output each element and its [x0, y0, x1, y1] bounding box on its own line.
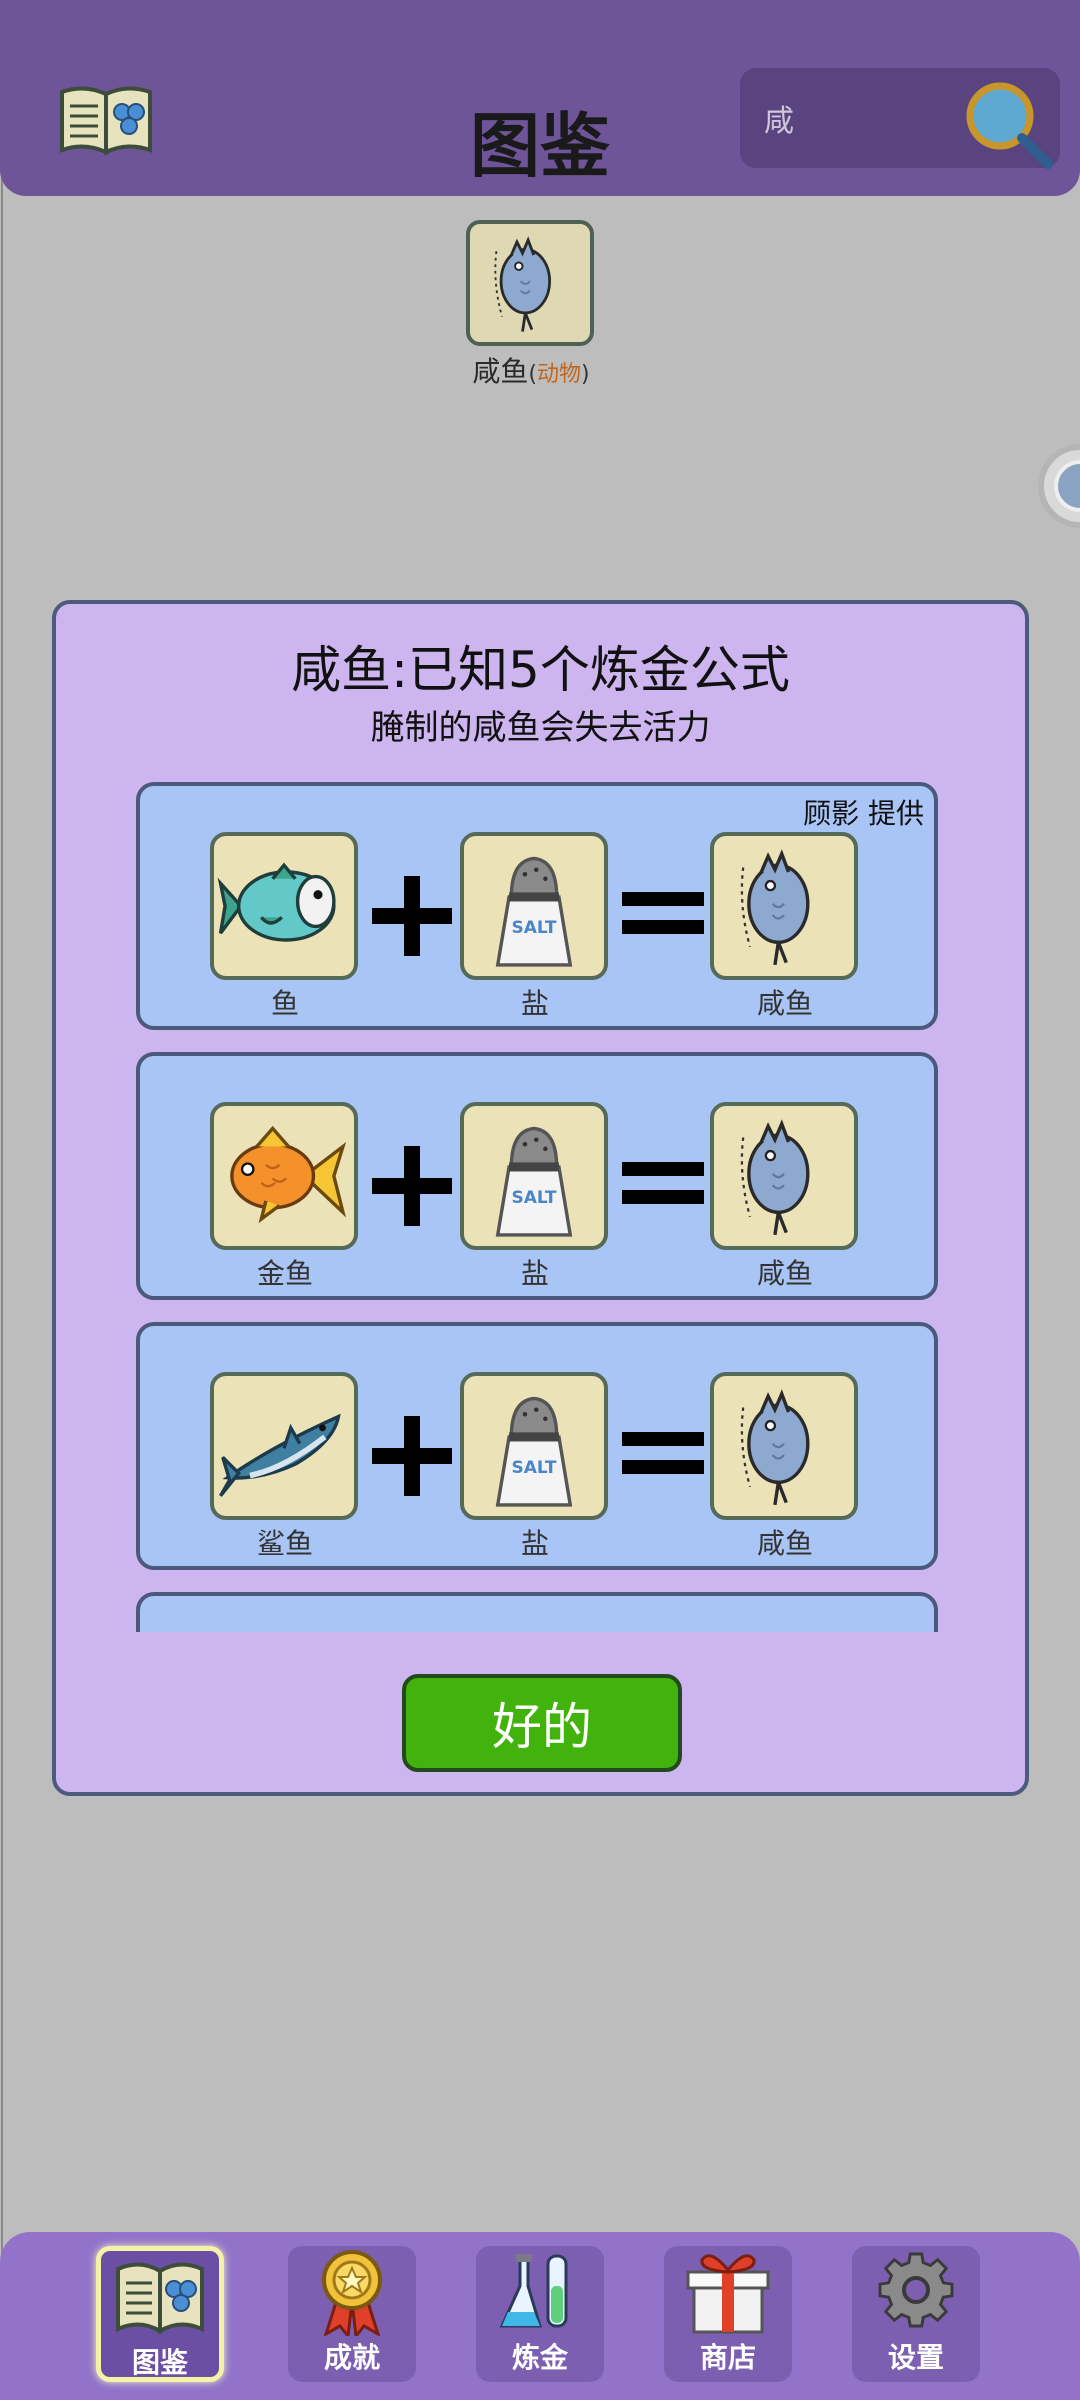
formula-ingredient-a[interactable]: 金鱼 — [210, 1102, 360, 1292]
result-tile[interactable] — [466, 220, 594, 346]
nav-item-settings[interactable]: 设置 — [852, 2246, 980, 2382]
floating-side-button[interactable] — [1038, 444, 1080, 528]
equals-icon — [622, 888, 704, 942]
plus-icon — [372, 1416, 452, 1500]
equals-icon — [622, 1158, 704, 1212]
saltfish-icon — [740, 1122, 810, 1237]
medal-icon — [322, 2250, 382, 2336]
result-label: 咸鱼 — [756, 1527, 813, 1560]
ingredient-a-label: 金鱼 — [256, 1257, 313, 1290]
formula-ingredient-b[interactable]: 盐 — [460, 832, 610, 1022]
nav-item-shop[interactable]: 商店 — [664, 2246, 792, 2382]
equals-icon — [622, 1428, 704, 1482]
goldfish-icon — [230, 1125, 347, 1224]
formula-result[interactable]: 咸鱼 — [710, 1102, 860, 1292]
formula-card: 顾影 提供 鱼 盐 咸鱼 — [136, 782, 938, 1030]
nav-item-encyclopedia[interactable]: 图鉴 — [96, 2246, 224, 2382]
left-edge-divider — [1, 0, 3, 2400]
search-icon[interactable] — [962, 78, 1054, 170]
formula-result[interactable]: 咸鱼 — [710, 1372, 860, 1562]
result-item-saltfish[interactable]: 咸鱼(动物) — [466, 220, 596, 388]
ingredient-b-label: 盐 — [520, 1257, 549, 1290]
result-name: 咸鱼 — [472, 355, 529, 388]
nav-label: 商店 — [699, 2341, 756, 2374]
ok-button[interactable]: 好的 — [402, 1674, 682, 1772]
formula-ingredient-b[interactable]: 盐 — [460, 1372, 610, 1562]
ingredient-a-label: 鲨鱼 — [256, 1527, 313, 1560]
nav-label: 图鉴 — [131, 2346, 188, 2379]
dialog-title: 咸鱼:已知5个炼金公式 — [291, 641, 790, 699]
formula-card: 金鱼 盐 咸鱼 — [136, 1052, 938, 1300]
bottom-nav: 图鉴 成就 炼金 商店 设置 — [0, 2232, 1080, 2400]
dialog-description: 腌制的咸鱼会失去活力 — [370, 708, 711, 748]
side-button-icon — [1054, 460, 1080, 512]
formula-card-partial — [136, 1592, 938, 1632]
book-icon — [116, 2262, 204, 2335]
category-paren-open: ( — [528, 362, 537, 387]
gift-icon — [686, 2254, 770, 2334]
ingredient-b-label: 盐 — [520, 1527, 549, 1560]
salt-icon — [496, 856, 572, 967]
gear-icon — [878, 2252, 954, 2328]
nav-item-alchemy[interactable]: 炼金 — [476, 2246, 604, 2382]
plus-icon — [372, 876, 452, 960]
result-label: 咸鱼 — [756, 987, 813, 1020]
formula-dialog: 咸鱼:已知5个炼金公式 腌制的咸鱼会失去活力 顾影 提供 鱼 盐 咸鱼 金鱼 盐… — [52, 600, 1029, 1796]
nav-label: 成就 — [323, 2341, 380, 2374]
top-header: 图鉴 — [0, 0, 1080, 196]
result-label: 咸鱼 — [756, 1257, 813, 1290]
ingredient-b-label: 盐 — [520, 987, 549, 1020]
search-input[interactable] — [764, 98, 964, 138]
salt-icon — [496, 1396, 572, 1507]
result-category: (动物) — [528, 362, 589, 387]
saltfish-icon — [740, 852, 810, 967]
result-caption: 咸鱼(动物) — [446, 350, 616, 390]
category-word: 动物 — [537, 362, 582, 387]
nav-item-achievements[interactable]: 成就 — [288, 2246, 416, 2382]
formula-ingredient-a[interactable]: 鱼 — [210, 832, 360, 1022]
formula-result[interactable]: 咸鱼 — [710, 832, 860, 1022]
category-paren-close: ) — [581, 362, 590, 387]
formula-card: 鲨鱼 盐 咸鱼 — [136, 1322, 938, 1570]
formula-credit: 顾影 提供 — [803, 797, 924, 830]
saltfish-icon — [493, 238, 551, 333]
search-box — [740, 68, 1060, 170]
formula-list[interactable]: 顾影 提供 鱼 盐 咸鱼 金鱼 盐 咸鱼 鲨鱼 盐 咸鱼 — [136, 782, 938, 1632]
saltfish-icon — [740, 1392, 810, 1507]
formula-ingredient-b[interactable]: 盐 — [460, 1102, 610, 1292]
nav-label: 炼金 — [511, 2341, 568, 2374]
fish-icon — [217, 862, 336, 942]
formula-ingredient-a[interactable]: 鲨鱼 — [210, 1372, 360, 1562]
nav-label: 设置 — [887, 2341, 944, 2374]
ingredient-a-label: 鱼 — [270, 987, 299, 1020]
shark-icon — [219, 1413, 341, 1497]
flask-icon — [499, 2254, 568, 2328]
salt-icon — [496, 1126, 572, 1237]
plus-icon — [372, 1146, 452, 1230]
